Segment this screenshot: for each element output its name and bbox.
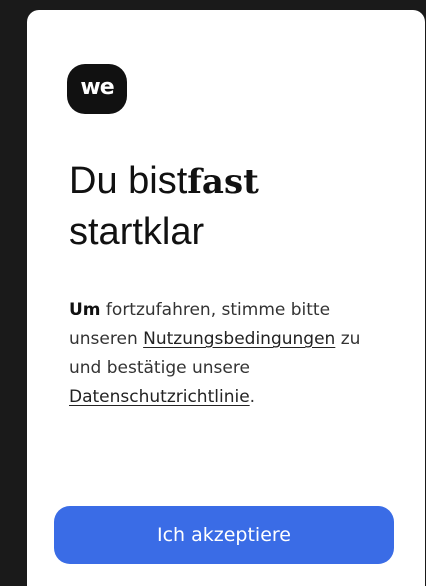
title-bold-word: fast [187, 162, 259, 202]
screen-background: we Du bistfast startklar Um fortzufahren… [0, 0, 426, 586]
terms-link[interactable]: Nutzungsbedingungen [143, 329, 335, 349]
consent-card: we Du bistfast startklar Um fortzufahren… [27, 10, 425, 586]
accept-button[interactable]: Ich akzeptiere [54, 506, 394, 564]
description-text-3: . [249, 387, 256, 407]
title-part-2: startklar [69, 211, 205, 253]
privacy-link[interactable]: Datenschutzrichtlinie [69, 387, 250, 407]
title-part-1: Du bist [69, 160, 188, 202]
page-title: Du bistfast startklar [69, 156, 399, 257]
description-lead: Um [69, 300, 101, 320]
logo-text: we [80, 75, 114, 100]
consent-description: Um fortzufahren, stimme bitte unseren Nu… [69, 296, 389, 412]
we-logo-icon: we [67, 64, 127, 114]
